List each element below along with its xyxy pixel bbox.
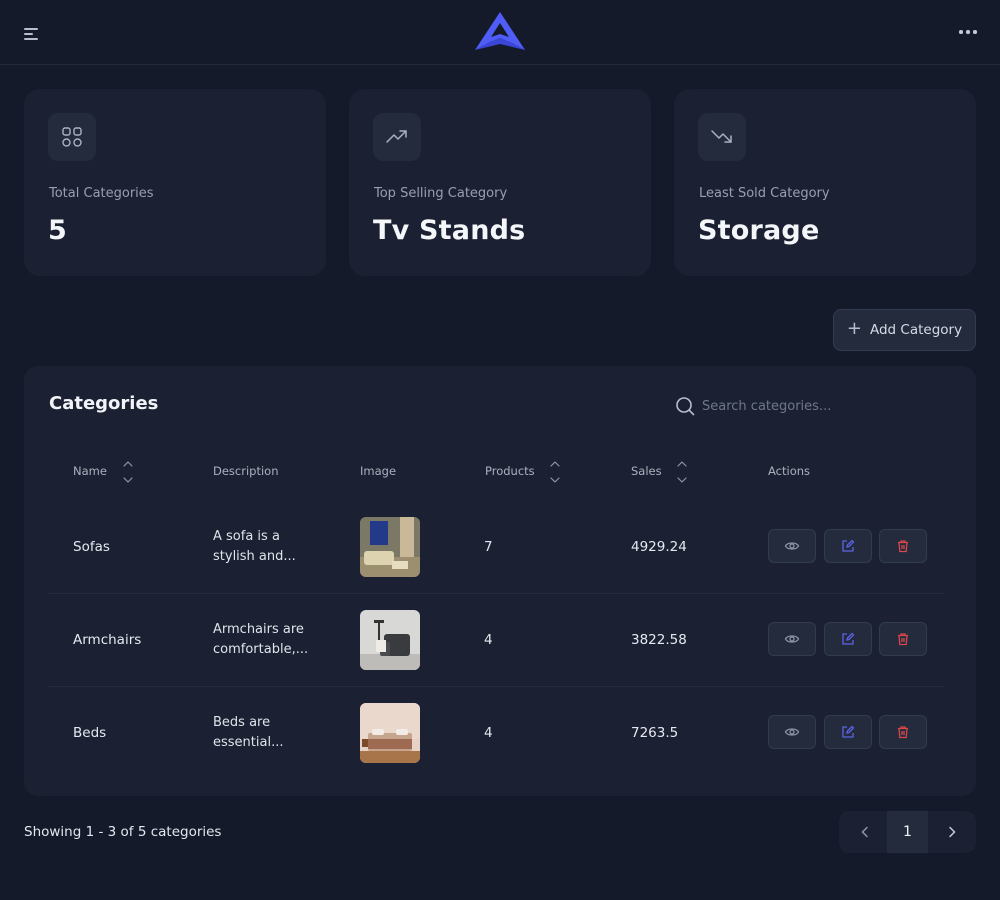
delete-button[interactable] xyxy=(879,715,927,749)
eye-icon xyxy=(784,635,800,643)
page-1-button[interactable]: 1 xyxy=(887,811,928,853)
plus-icon: + xyxy=(846,318,862,339)
top-bar xyxy=(0,0,1000,65)
products-count: 4 xyxy=(484,725,493,741)
grid-icon xyxy=(48,113,96,161)
stat-label: Top Selling Category xyxy=(374,186,508,201)
category-name: Armchairs xyxy=(73,632,142,648)
add-category-label: Add Category xyxy=(869,322,963,338)
edit-button[interactable] xyxy=(824,529,872,563)
sales-value: 3822.58 xyxy=(631,632,687,648)
stat-card-total-categories: Total Categories 5 xyxy=(24,89,326,276)
stat-label: Total Categories xyxy=(49,186,154,201)
edit-button[interactable] xyxy=(824,715,872,749)
products-count: 4 xyxy=(484,632,493,648)
hamburger-menu-icon[interactable] xyxy=(22,24,42,42)
trash-icon xyxy=(898,633,908,646)
table-row: Armchairs Armchairs are comfortable,... 4… xyxy=(48,594,944,687)
column-header-name[interactable]: Name xyxy=(73,464,107,478)
stat-card-least-sold: Least Sold Category Storage xyxy=(674,89,976,276)
sort-products-icon[interactable] xyxy=(548,458,562,486)
edit-icon xyxy=(842,539,855,552)
products-count: 7 xyxy=(484,539,493,555)
stat-value: Tv Stands xyxy=(373,215,526,246)
bed-photo xyxy=(360,703,420,763)
chevron-left-icon xyxy=(861,826,868,838)
delete-button[interactable] xyxy=(879,622,927,656)
category-name: Beds xyxy=(73,725,107,741)
sales-value: 7263.5 xyxy=(631,725,679,741)
triangle-logo[interactable] xyxy=(473,10,527,52)
category-name: Sofas xyxy=(73,539,110,555)
trending-up-icon xyxy=(373,113,421,161)
panel-title: Categories xyxy=(49,393,159,414)
trash-icon xyxy=(898,540,908,553)
column-header-actions: Actions xyxy=(768,464,811,478)
pagination: 1 xyxy=(839,811,976,853)
delete-button[interactable] xyxy=(879,529,927,563)
previous-page-button[interactable] xyxy=(843,811,887,853)
view-button[interactable] xyxy=(768,715,816,749)
sort-name-icon[interactable] xyxy=(121,458,135,486)
category-description: Beds are essential... xyxy=(213,715,284,750)
search-box xyxy=(672,388,962,424)
category-description: A sofa is a stylish and... xyxy=(213,529,296,564)
search-input[interactable] xyxy=(702,388,952,424)
trending-down-icon xyxy=(698,113,746,161)
chevron-right-icon xyxy=(949,826,956,838)
sales-value: 4929.24 xyxy=(631,539,687,555)
column-header-products[interactable]: Products xyxy=(485,464,535,478)
table-row: Beds Beds are essential... 4 7263.5 xyxy=(48,687,944,780)
search-icon xyxy=(676,397,695,416)
column-header-sales[interactable]: Sales xyxy=(631,464,662,478)
view-button[interactable] xyxy=(768,529,816,563)
category-description: Armchairs are comfortable,... xyxy=(213,622,309,657)
stat-label: Least Sold Category xyxy=(699,186,830,201)
add-category-button[interactable]: + Add Category xyxy=(833,309,976,351)
more-horizontal-icon[interactable] xyxy=(955,22,981,42)
armchair-photo xyxy=(360,610,420,670)
stat-value: 5 xyxy=(48,215,67,246)
next-page-button[interactable] xyxy=(930,811,974,853)
categories-panel: Categories Name Description Image Produc… xyxy=(24,366,976,796)
sofa-photo xyxy=(360,517,420,577)
column-header-description: Description xyxy=(213,464,279,478)
column-header-image: Image xyxy=(360,464,397,478)
edit-icon xyxy=(842,632,855,645)
pagination-summary: Showing 1 - 3 of 5 categories xyxy=(24,824,222,840)
sort-sales-icon[interactable] xyxy=(675,458,689,486)
eye-icon xyxy=(784,728,800,736)
edit-icon xyxy=(842,725,855,738)
stat-card-top-selling: Top Selling Category Tv Stands xyxy=(349,89,651,276)
eye-icon xyxy=(784,542,800,550)
table-row: Sofas A sofa is a stylish and... 7 4929.2… xyxy=(48,501,944,594)
stat-value: Storage xyxy=(698,215,820,246)
edit-button[interactable] xyxy=(824,622,872,656)
trash-icon xyxy=(898,726,908,739)
view-button[interactable] xyxy=(768,622,816,656)
